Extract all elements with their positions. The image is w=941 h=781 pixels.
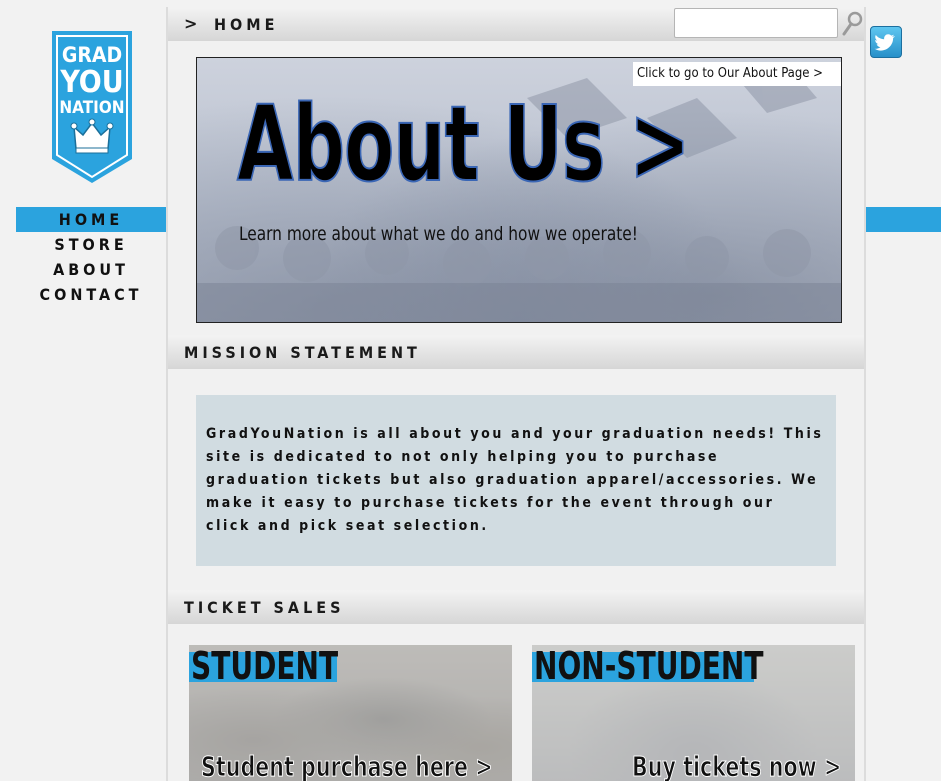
mission-statement-box: GradYouNation is all about you and your … xyxy=(196,395,836,566)
nav-item-home[interactable]: HOME xyxy=(16,207,166,232)
about-subheading: Learn more about what we do and how we o… xyxy=(239,223,638,245)
twitter-icon[interactable] xyxy=(870,26,902,58)
student-purchase-link[interactable]: Student purchase here > xyxy=(201,750,493,781)
nav-item-about[interactable]: ABOUT xyxy=(16,257,166,282)
breadcrumb-chevron: > xyxy=(184,14,198,33)
nav-item-contact[interactable]: CONTACT xyxy=(16,282,166,307)
mission-section-header: MISSION STATEMENT xyxy=(168,335,864,369)
nonstudent-purchase-link[interactable]: Buy tickets now > xyxy=(632,750,842,781)
mission-title: MISSION STATEMENT xyxy=(184,343,421,362)
about-heading[interactable]: About Us > xyxy=(236,91,691,197)
ticket-section-header: TICKET SALES xyxy=(168,590,864,624)
main-nav: HOME STORE ABOUT CONTACT xyxy=(16,207,166,307)
breadcrumb: > HOME xyxy=(168,7,864,41)
nonstudent-label: NON-STUDENT xyxy=(534,645,764,688)
gradyounation-logo[interactable]: GRAD YOU NATION xyxy=(52,31,132,183)
page-title: HOME xyxy=(214,15,279,34)
about-banner[interactable]: Click to go to Our About Page > About Us… xyxy=(196,57,842,323)
search-icon[interactable] xyxy=(840,9,866,39)
nav-item-store[interactable]: STORE xyxy=(16,232,166,257)
nonstudent-ticket-card[interactable]: NON-STUDENT Buy tickets now > xyxy=(532,645,855,781)
ticket-sales-title: TICKET SALES xyxy=(184,598,345,617)
student-label: STUDENT xyxy=(191,645,339,688)
search-input[interactable] xyxy=(674,8,838,38)
logo-line-you: YOU xyxy=(59,65,123,100)
logo-line-grad: GRAD xyxy=(62,43,122,67)
nav-active-highlight-right xyxy=(866,207,941,232)
mission-text: GradYouNation is all about you and your … xyxy=(206,426,824,534)
student-ticket-card[interactable]: STUDENT Student purchase here > xyxy=(189,645,512,781)
logo-line-nation: NATION xyxy=(59,98,124,118)
